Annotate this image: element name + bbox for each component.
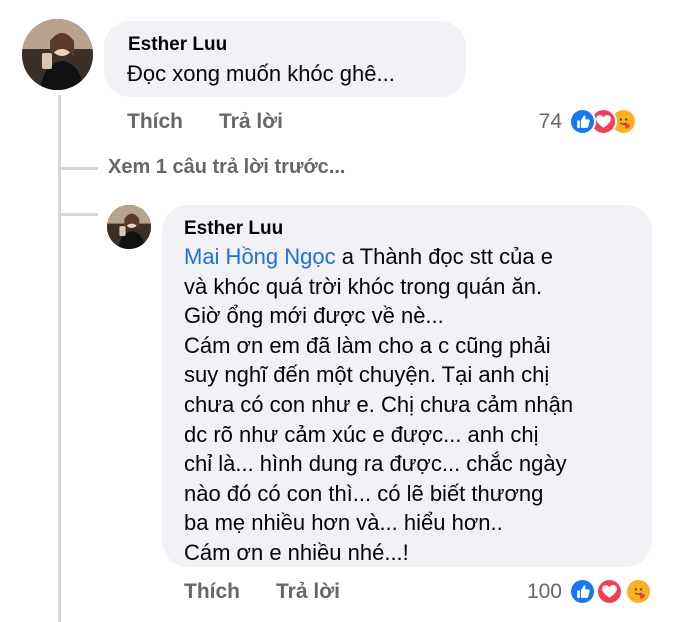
comment-text: Đọc xong muốn khóc ghê... — [127, 61, 395, 86]
reply-reply-button[interactable]: Trả lời — [276, 580, 340, 604]
avatar-photo — [107, 205, 151, 249]
comment-author[interactable]: Esther Luu — [128, 34, 227, 56]
reply-line: Cám ơn em đã làm cho a c cũng phải — [184, 332, 551, 358]
reaction-count[interactable]: 74 — [520, 110, 562, 134]
avatar-photo — [22, 19, 93, 90]
reply-line: Giờ ổng mới được về nè... — [184, 303, 444, 329]
avatar[interactable] — [22, 19, 93, 90]
thread-line-branch-1 — [58, 167, 98, 170]
love-reaction-icon — [596, 578, 623, 605]
reply-avatar[interactable] — [107, 205, 151, 249]
reply-text: Mai Hồng Ngọc a Thành đọc stt của e và k… — [184, 242, 644, 568]
care-reaction-icon — [625, 578, 652, 605]
thread-line-branch-2 — [58, 213, 98, 216]
reply-line: Cám ơn e nhiều nhé...! — [184, 539, 409, 565]
like-reaction-icon — [569, 108, 596, 135]
reply-reaction-count[interactable]: 100 — [510, 580, 562, 604]
reply-like-button[interactable]: Thích — [184, 580, 240, 604]
reply-author[interactable]: Esther Luu — [184, 218, 283, 240]
reply-line: chưa có con như e. Chị chưa cảm nhận — [184, 391, 574, 417]
reply-line: Mai Hồng Ngọc a Thành đọc stt của e — [184, 244, 553, 269]
like-reaction-icon — [569, 578, 596, 605]
thread-line-main — [58, 95, 61, 622]
reply-line: dc rõ như cảm xúc e được... anh chị — [184, 421, 539, 447]
reply-line: nào đó có con thì... có lẽ biết thương — [184, 480, 544, 506]
reply-line: và khóc quá trời khóc trong quán ăn. — [184, 273, 543, 299]
reply-line: chỉ là... hình dung ra được... chắc ngày — [184, 451, 567, 477]
reply-line: suy nghĩ đến một chuyện. Tại anh chị — [184, 362, 550, 388]
reply-line: ba mẹ nhiều hơn và... hiểu hơn.. — [184, 510, 503, 536]
reply-button[interactable]: Trả lời — [219, 110, 283, 134]
view-previous-replies-link[interactable]: Xem 1 câu trả lời trước... — [108, 156, 345, 179]
mention-link[interactable]: Mai Hồng Ngọc — [184, 244, 336, 269]
like-button[interactable]: Thích — [127, 110, 183, 134]
